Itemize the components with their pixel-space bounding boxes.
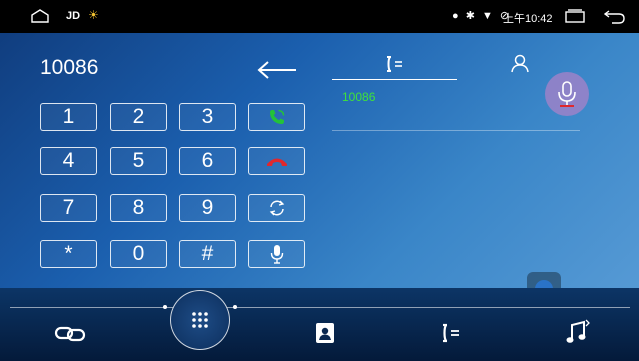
music-icon[interactable]	[565, 319, 591, 347]
app-label: JD	[66, 10, 81, 22]
call-log-icon[interactable]	[440, 322, 462, 344]
mic-button[interactable]	[248, 240, 305, 268]
key-4[interactable]: 4	[40, 147, 97, 175]
dialed-number: 10086	[40, 56, 99, 79]
clock: 上午10:42	[503, 13, 553, 25]
hangup-button[interactable]	[248, 147, 305, 175]
key-6[interactable]: 6	[179, 147, 236, 175]
nav-dot	[163, 305, 167, 309]
recent-apps-icon[interactable]	[565, 9, 585, 23]
call-log-tab-icon[interactable]	[385, 54, 405, 74]
key-8[interactable]: 8	[110, 194, 167, 222]
key-hash[interactable]: #	[179, 240, 236, 268]
log-divider	[332, 130, 580, 131]
call-button[interactable]	[248, 103, 305, 131]
key-3[interactable]: 3	[179, 103, 236, 131]
dialpad-button[interactable]	[170, 290, 230, 350]
bottom-nav-bar	[0, 288, 639, 361]
key-5[interactable]: 5	[110, 147, 167, 175]
key-7[interactable]: 7	[40, 194, 97, 222]
voice-assistant-button[interactable]	[545, 72, 589, 116]
contacts-tab-icon[interactable]	[510, 53, 530, 73]
key-9[interactable]: 9	[179, 194, 236, 222]
key-1[interactable]: 1	[40, 103, 97, 131]
mic-muted-icon	[558, 81, 576, 107]
key-2[interactable]: 2	[110, 103, 167, 131]
active-tab-indicator	[332, 79, 457, 80]
hangup-icon	[266, 158, 287, 166]
backspace-icon[interactable]	[254, 56, 300, 84]
back-icon[interactable]	[604, 8, 626, 24]
switch-button[interactable]	[248, 194, 305, 222]
home-icon[interactable]	[31, 9, 49, 23]
key-star[interactable]: *	[40, 240, 97, 268]
nav-dot	[233, 305, 237, 309]
call-log-entry[interactable]: 10086	[342, 90, 375, 104]
switch-icon	[269, 200, 284, 216]
dialpad-icon	[192, 312, 208, 328]
key-0[interactable]: 0	[110, 240, 167, 268]
mic-icon	[270, 245, 283, 264]
call-icon	[269, 109, 284, 124]
status-bar: JD ☀ ● ✱ ▼ ⊘ 上午10:42	[0, 0, 639, 33]
link-icon[interactable]	[54, 324, 86, 344]
nav-divider-line	[10, 307, 630, 308]
contacts-icon[interactable]	[314, 322, 336, 344]
phone-app-screen: JD ☀ ● ✱ ▼ ⊘ 上午10:42 10086 1 2 3 4 5 6 7	[0, 0, 639, 361]
sun-cloud-icon: ☀	[88, 8, 99, 22]
